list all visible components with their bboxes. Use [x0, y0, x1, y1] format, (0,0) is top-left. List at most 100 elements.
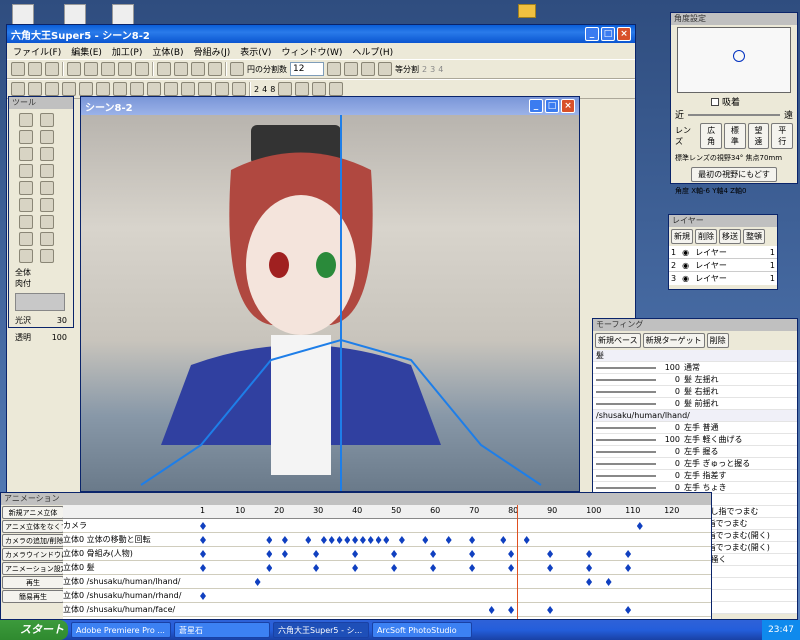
lens-standard-button[interactable]: 標準	[724, 123, 746, 149]
keyframe-marker[interactable]	[430, 564, 437, 572]
maximize-icon[interactable]: □	[545, 99, 559, 113]
keyframe-marker[interactable]	[508, 606, 515, 614]
morph-row[interactable]: 0 髪 前揺れ	[593, 398, 797, 410]
keyframe-marker[interactable]	[523, 536, 530, 544]
animation-side-button[interactable]: カメラの追加/削除	[2, 534, 64, 547]
morph-delete-button[interactable]: 削除	[706, 333, 729, 348]
hand-icon[interactable]	[19, 232, 33, 246]
keyframe-marker[interactable]	[398, 536, 405, 544]
keyframe-marker[interactable]	[547, 606, 554, 614]
keyframe-marker[interactable]	[508, 550, 515, 558]
snap-checkbox[interactable]	[711, 97, 719, 106]
morph-slider[interactable]	[596, 378, 656, 381]
lens-parallel-button[interactable]: 平行	[771, 123, 794, 149]
layer-row[interactable]: 1 ◉ レイヤー 1	[669, 246, 777, 259]
view-icon[interactable]	[181, 82, 195, 96]
minimize-icon[interactable]: _	[585, 27, 599, 41]
cut-icon[interactable]	[101, 62, 115, 76]
timeline-track[interactable]: 立体0 /shusaku/human/rhand/	[63, 589, 711, 603]
menu-window[interactable]: ウィンドウ(W)	[281, 45, 342, 58]
keyframe-marker[interactable]	[200, 522, 206, 530]
paste-icon[interactable]	[135, 62, 149, 76]
undo-icon[interactable]	[67, 62, 81, 76]
layer-row[interactable]: 2 ◉ レイヤー 1	[669, 259, 777, 272]
reset-view-button[interactable]: 最初の視野にもどす	[691, 167, 777, 182]
view-icon[interactable]	[215, 82, 229, 96]
desktop-file-icon[interactable]	[64, 4, 86, 26]
bucket-icon[interactable]	[40, 249, 54, 263]
morph-slider[interactable]	[596, 462, 656, 465]
animation-side-button[interactable]: 簡易再生	[2, 590, 64, 603]
new-target-button[interactable]: 新規ターゲット	[642, 333, 705, 348]
keyframe-marker[interactable]	[508, 564, 515, 572]
layer-delete-button[interactable]: 削除	[695, 229, 717, 244]
tool-icon[interactable]	[19, 181, 33, 195]
morph-row[interactable]: 髪	[593, 350, 797, 362]
keyframe-marker[interactable]	[586, 578, 593, 586]
division-option[interactable]: 2	[422, 65, 427, 74]
angle-grid[interactable]	[677, 27, 791, 93]
keyframe-marker[interactable]	[305, 536, 312, 544]
light-icon[interactable]	[230, 62, 244, 76]
keyframe-marker[interactable]	[352, 536, 359, 544]
view-icon[interactable]	[232, 82, 246, 96]
morph-slider[interactable]	[596, 474, 656, 477]
morph-slider[interactable]	[596, 366, 656, 369]
morph-row[interactable]: 0 左手 普通	[593, 422, 797, 434]
keyframe-marker[interactable]	[281, 536, 288, 544]
keyframe-marker[interactable]	[391, 550, 398, 558]
playhead[interactable]	[517, 505, 518, 619]
zoom-icon[interactable]	[40, 232, 54, 246]
view-icon[interactable]	[164, 82, 178, 96]
morph-row[interactable]: 0 左手 指差す	[593, 470, 797, 482]
timeline-track[interactable]: カメラ	[63, 519, 711, 533]
keyframe-marker[interactable]	[200, 536, 206, 544]
keyframe-marker[interactable]	[328, 536, 335, 544]
view-icon[interactable]	[96, 82, 110, 96]
tool-icon[interactable]	[361, 62, 375, 76]
keyframe-marker[interactable]	[266, 536, 273, 544]
keyframe-marker[interactable]	[488, 606, 495, 614]
whole-label[interactable]: 全体	[15, 267, 67, 278]
morph-row[interactable]: /shusaku/human/lhand/	[593, 410, 797, 422]
layer-new-button[interactable]: 新規	[671, 229, 693, 244]
keyframe-marker[interactable]	[313, 550, 320, 558]
rotate-icon[interactable]	[40, 113, 54, 127]
keyframe-marker[interactable]	[266, 550, 273, 558]
view-icon[interactable]	[329, 82, 344, 96]
lens-wide-button[interactable]: 広角	[700, 123, 723, 149]
tool-icon[interactable]	[327, 62, 341, 76]
circle-divisions-select[interactable]: 12	[290, 62, 324, 76]
minimize-icon[interactable]: _	[529, 99, 543, 113]
save-icon[interactable]	[45, 62, 59, 76]
keyframe-marker[interactable]	[200, 592, 206, 600]
taskbar-item[interactable]: 六角大王Super5 - シ...	[273, 622, 369, 638]
menu-help[interactable]: ヘルプ(H)	[352, 45, 393, 58]
view-icon[interactable]	[312, 82, 327, 96]
timeline-track[interactable]: 立体0 /shusaku/human/lhand/	[63, 575, 711, 589]
view-icon[interactable]	[147, 82, 161, 96]
tool-icon[interactable]	[344, 62, 358, 76]
keyframe-marker[interactable]	[636, 522, 643, 530]
keyframe-marker[interactable]	[320, 536, 327, 544]
timeline-track[interactable]: 立体0 立体の移動と回転	[63, 533, 711, 547]
tool-icon[interactable]	[40, 130, 54, 144]
knife-icon[interactable]	[40, 164, 54, 178]
menu-solid[interactable]: 立体(B)	[152, 45, 183, 58]
keyframe-marker[interactable]	[359, 536, 366, 544]
keyframe-marker[interactable]	[200, 564, 206, 572]
new-base-button[interactable]: 新規ベース	[595, 333, 641, 348]
timeline-track[interactable]: 立体0 骨組み(人物)	[63, 547, 711, 561]
open-icon[interactable]	[28, 62, 42, 76]
timeline-ruler[interactable]: 1 10 20 30 40 50 60 70 80 90 100 110 120	[63, 505, 711, 519]
menu-edit[interactable]: 編集(E)	[71, 45, 102, 58]
tool-icon[interactable]	[157, 62, 171, 76]
desktop-folder-icon[interactable]	[518, 4, 536, 18]
menu-view[interactable]: 表示(V)	[240, 45, 271, 58]
animation-side-button[interactable]: カメラウインドウにする	[2, 548, 64, 561]
maximize-icon[interactable]: □	[601, 27, 615, 41]
keyframe-marker[interactable]	[367, 536, 374, 544]
select-arrow-icon[interactable]	[19, 113, 33, 127]
morph-row[interactable]: 100 通常	[593, 362, 797, 374]
copy-icon[interactable]	[118, 62, 132, 76]
